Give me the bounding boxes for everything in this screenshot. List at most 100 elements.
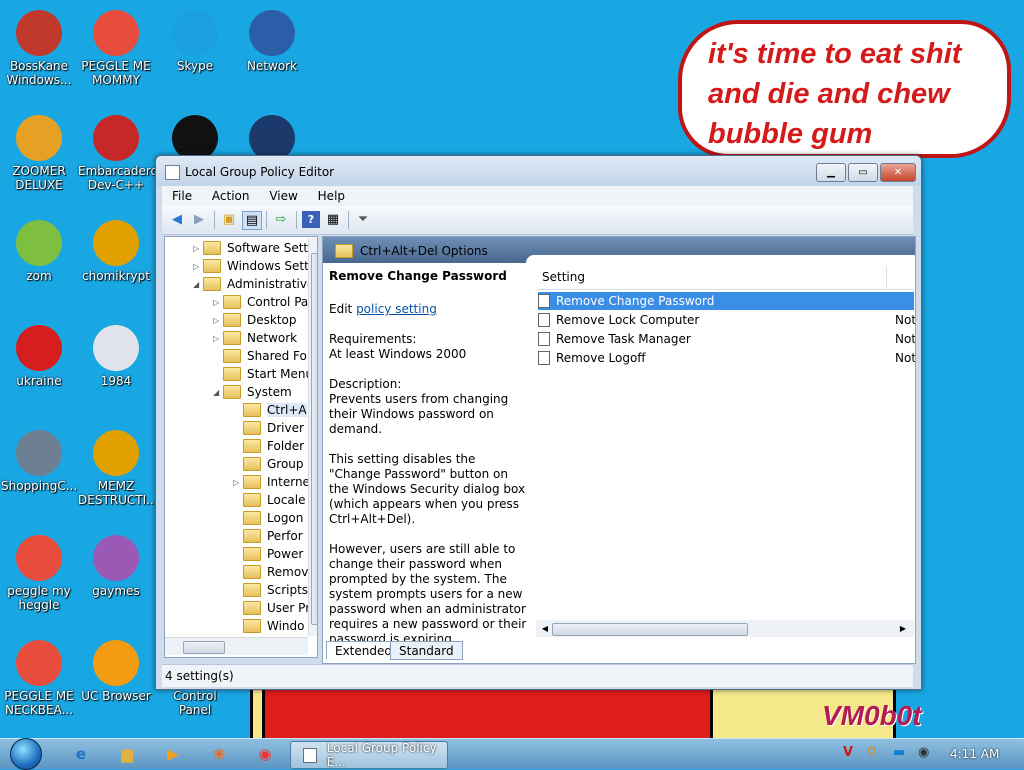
desktop-icon[interactable]: Skype: [157, 10, 233, 73]
back-icon[interactable]: ◀: [168, 211, 186, 228]
tree-scroll-thumb[interactable]: [311, 253, 317, 625]
help-icon[interactable]: ?: [302, 211, 320, 228]
taskbar-group-policy-button[interactable]: Local Group Policy E...: [290, 741, 448, 769]
setting-column-header[interactable]: Setting: [542, 270, 585, 284]
show-hide-tree-icon[interactable]: ▤: [242, 211, 262, 230]
setting-row[interactable]: Remove Change Password: [538, 292, 914, 310]
tree-item[interactable]: Shared Fol: [213, 347, 310, 365]
column-divider[interactable]: [886, 267, 887, 289]
export-list-icon[interactable]: ⇨: [272, 211, 290, 228]
expand-arrow-icon[interactable]: ▷: [233, 478, 243, 487]
tree-item[interactable]: ▷ Interne: [233, 473, 310, 491]
expand-arrow-icon[interactable]: ▷: [213, 316, 223, 325]
up-folder-icon[interactable]: ▣: [220, 211, 238, 228]
group-policy-editor-window[interactable]: Local Group Policy Editor ▁ ▭ ✕ File Act…: [155, 155, 922, 690]
policy-setting-icon: [538, 313, 550, 327]
desktop-icon[interactable]: PEGGLE ME MOMMY: [78, 10, 154, 87]
folder-icon: [223, 331, 241, 345]
tree-item[interactable]: ▷ Control Pa: [213, 293, 308, 311]
clock[interactable]: 4:11 AM: [950, 747, 999, 761]
desktop-icon[interactable]: Embarcadero Dev-C++: [78, 115, 158, 192]
tree-item[interactable]: Remov: [233, 563, 308, 581]
properties-icon[interactable]: ▦: [324, 211, 342, 228]
tree-item[interactable]: Group: [233, 455, 304, 473]
desktop-icon[interactable]: ShoppingC...: [1, 430, 77, 493]
settings-horizontal-scrollbar[interactable]: ◀ ▶: [536, 620, 914, 637]
tree-item[interactable]: Driver I: [233, 419, 311, 437]
desktop-icon[interactable]: gaymes: [78, 535, 154, 598]
expand-arrow-icon[interactable]: ▷: [193, 262, 203, 271]
tree-item[interactable]: Locale: [233, 491, 305, 509]
tree-item[interactable]: Start Menu: [213, 365, 313, 383]
tree-hscroll-thumb[interactable]: [183, 641, 225, 654]
tree-item[interactable]: ◢ System: [213, 383, 292, 401]
desktop-icon[interactable]: MEMZ DESTRUCTI...: [78, 430, 158, 507]
expand-arrow-icon[interactable]: ▷: [213, 334, 223, 343]
policy-setting-link[interactable]: policy setting: [356, 302, 437, 316]
skull-helmet-icon: [16, 10, 62, 56]
menu-file[interactable]: File: [162, 186, 198, 203]
tree-item[interactable]: ▷ Desktop: [213, 311, 297, 329]
menu-bar: File Action View Help: [162, 186, 913, 206]
chrome-icon[interactable]: ◉: [254, 744, 276, 764]
menu-view[interactable]: View: [259, 186, 303, 203]
folder-icon: [223, 385, 241, 399]
expand-arrow-icon[interactable]: ▷: [213, 298, 223, 307]
explorer-icon[interactable]: ▆: [116, 744, 138, 764]
v-icon[interactable]: V: [843, 745, 853, 760]
tree-item[interactable]: Perfor: [233, 527, 303, 545]
setting-row[interactable]: Remove Logoff Not: [538, 349, 915, 367]
media-player-icon[interactable]: ▶: [162, 744, 184, 764]
desktop-icon[interactable]: UC Browser: [78, 640, 154, 703]
tree-item[interactable]: Ctrl+A: [233, 401, 307, 419]
ie-icon[interactable]: e: [70, 744, 92, 764]
title-bar[interactable]: Local Group Policy Editor ▁ ▭ ✕: [156, 156, 921, 186]
settings-list-header[interactable]: Setting: [536, 267, 914, 290]
forward-icon[interactable]: ▶: [190, 211, 208, 228]
navigation-tree[interactable]: ▷ Software Setti ▷ Windows Sett ◢ Administrat…: [164, 236, 318, 658]
desktop-icon[interactable]: PEGGLE ME NECKBEA...: [1, 640, 77, 717]
minimize-button[interactable]: ▁: [816, 163, 846, 182]
tree-item[interactable]: User Pr: [233, 599, 310, 617]
maximize-button[interactable]: ▭: [848, 163, 878, 182]
desktop-icon[interactable]: peggle my heggle: [1, 535, 77, 612]
scroll-right-icon[interactable]: ▶: [894, 620, 912, 637]
tree-item[interactable]: ▷ Software Setti: [193, 239, 311, 257]
tree-vertical-scrollbar[interactable]: [308, 238, 317, 636]
tree-item[interactable]: Power: [233, 545, 303, 563]
close-button[interactable]: ✕: [880, 163, 916, 182]
tree-item[interactable]: Logon: [233, 509, 303, 527]
search-tray-icon[interactable]: ⚲: [867, 745, 877, 760]
settings-hscroll-thumb[interactable]: [552, 623, 748, 636]
peggle-icon: [16, 640, 62, 686]
desktop-icon[interactable]: zom: [1, 220, 77, 283]
tree-item[interactable]: ▷ Windows Sett: [193, 257, 309, 275]
display-tray-icon[interactable]: ▬: [893, 745, 905, 760]
expand-arrow-icon[interactable]: ◢: [213, 388, 223, 397]
tree-item[interactable]: ▷ Network: [213, 329, 297, 347]
uc-browser-taskbar-icon[interactable]: ❀: [208, 744, 230, 764]
tree-item[interactable]: Folder: [233, 437, 304, 455]
desktop-icon[interactable]: chomikrypt: [78, 220, 154, 283]
filter-icon[interactable]: ⏷: [354, 211, 372, 228]
expand-arrow-icon[interactable]: ▷: [193, 244, 203, 253]
tree-horizontal-scrollbar[interactable]: [165, 637, 308, 655]
desktop-icon[interactable]: ukraine: [1, 325, 77, 388]
desktop-icon-label: Network: [246, 59, 298, 73]
setting-row[interactable]: Remove Task Manager Not: [538, 330, 915, 348]
tab-standard[interactable]: Standard: [390, 641, 463, 660]
setting-row[interactable]: Remove Lock Computer Not: [538, 311, 915, 329]
desktop-icon[interactable]: Network: [234, 10, 310, 73]
tree-item[interactable]: Scripts: [233, 581, 308, 599]
desktop-icon[interactable]: BossKane Windows...: [1, 10, 77, 87]
menu-help[interactable]: Help: [308, 186, 351, 203]
desktop-icon[interactable]: 1984: [78, 325, 154, 388]
expand-arrow-icon[interactable]: ◢: [193, 280, 203, 289]
menu-action[interactable]: Action: [202, 186, 256, 203]
tree-item[interactable]: ◢ Administrative: [193, 275, 314, 293]
start-button[interactable]: [4, 738, 48, 770]
tree-item-label: Interne: [267, 475, 310, 489]
desktop-icon[interactable]: ZOOMER DELUXE: [1, 115, 77, 192]
volume-icon[interactable]: ◉: [918, 745, 929, 760]
tree-item[interactable]: Windo: [233, 617, 305, 635]
